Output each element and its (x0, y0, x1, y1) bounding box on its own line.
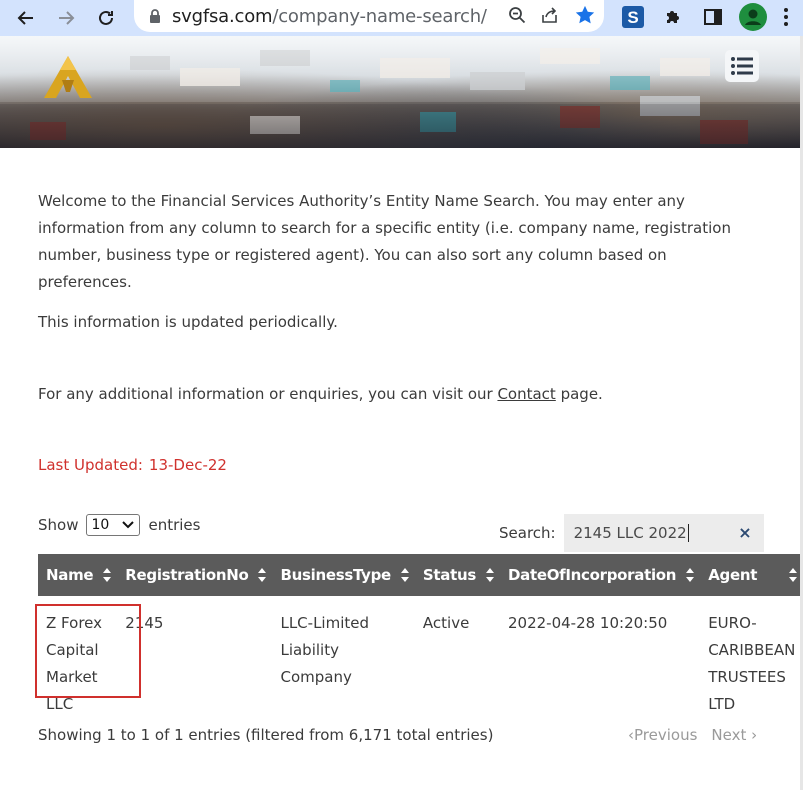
reload-button[interactable] (88, 0, 124, 36)
contact-paragraph: For any additional information or enquir… (38, 385, 603, 403)
extension-s-icon: S (622, 6, 644, 28)
entries-select[interactable]: 10 (86, 514, 141, 536)
star-icon[interactable] (574, 4, 596, 26)
last-updated-label: Last Updated: (38, 456, 143, 474)
contact-text-after: page. (555, 385, 603, 403)
fsa-logo-icon[interactable] (40, 52, 96, 100)
back-button[interactable] (8, 0, 44, 36)
avatar-icon (739, 3, 767, 31)
cell-status: Active (422, 614, 470, 632)
arrow-right-icon (59, 11, 75, 25)
cell-agent: EURO-CARIBBEAN TRUSTEES LTD (708, 614, 796, 713)
show-label: Show (38, 516, 79, 534)
chevron-right-icon: › (751, 726, 758, 744)
table-header-row: Name RegistrationNo BusinessType Status … (38, 554, 803, 596)
column-header-label: Status (422, 566, 476, 584)
sort-icon (485, 568, 494, 582)
column-header-registrationno[interactable]: RegistrationNo (117, 554, 273, 596)
side-panel-button[interactable] (700, 2, 726, 32)
hamburger-icon (731, 57, 753, 75)
cell-business-type: LLC-Limited Liability Company (280, 614, 370, 686)
text-cursor (687, 524, 689, 542)
last-updated: Last Updated: 13-Dec-22 (38, 456, 227, 474)
next-page-button[interactable]: Next › (711, 726, 757, 744)
sort-icon (789, 568, 798, 582)
sort-icon (400, 568, 409, 582)
url-text: svgfsa.com/company-name-search/ (172, 6, 487, 27)
svg-text:S: S (627, 8, 638, 27)
profile-button[interactable] (738, 2, 768, 32)
column-header-dateofincorporation[interactable]: DateOfIncorporation (499, 554, 701, 596)
browser-toolbar: svgfsa.com/company-name-search/ S (0, 0, 803, 36)
extensions-button[interactable] (660, 2, 686, 32)
entries-length-control: Show 10 entries (38, 514, 200, 536)
previous-label: Previous (634, 726, 698, 744)
lock-icon (150, 9, 160, 23)
previous-page-button[interactable]: ‹Previous (628, 726, 697, 744)
puzzle-icon (667, 11, 679, 23)
update-note: This information is updated periodically… (38, 313, 338, 331)
last-updated-date: 13-Dec-22 (148, 456, 227, 474)
entries-select-value: 10 (91, 517, 110, 533)
table-row: Z Forex Capital Market LLC 2145 LLC-Limi… (38, 596, 803, 718)
browser-menu-button[interactable] (776, 2, 796, 32)
extension-s-button[interactable]: S (620, 2, 646, 32)
entity-table: Name RegistrationNo BusinessType Status … (38, 554, 803, 718)
reload-icon (99, 10, 113, 25)
contact-text-before: For any additional information or enquir… (38, 385, 498, 403)
sort-icon (686, 568, 695, 582)
column-header-label: Name (46, 566, 94, 584)
search-input-value: 2145 LLC 2022 (573, 524, 687, 542)
site-menu-button[interactable] (725, 50, 759, 82)
zoom-icon[interactable] (508, 6, 526, 24)
annotation-highlight-box (35, 604, 141, 698)
next-label: Next (711, 726, 747, 744)
column-header-status[interactable]: Status (414, 554, 500, 596)
chevron-down-icon (122, 521, 135, 529)
hero-banner (0, 36, 803, 148)
column-header-label: BusinessType (280, 566, 391, 584)
address-bar[interactable]: svgfsa.com/company-name-search/ (134, 0, 604, 32)
column-header-label: RegistrationNo (125, 566, 249, 584)
entries-label: entries (148, 516, 201, 534)
table-info: Showing 1 to 1 of 1 entries (filtered fr… (38, 726, 494, 744)
clear-search-icon[interactable]: × (738, 523, 751, 542)
arrow-left-icon (17, 11, 33, 25)
sort-icon (258, 568, 267, 582)
cell-date-of-incorporation: 2022-04-28 10:20:50 (507, 614, 668, 632)
column-header-name[interactable]: Name (38, 554, 118, 596)
url-host: svgfsa.com (172, 5, 273, 27)
search-label: Search: (499, 524, 556, 542)
url-path: /company-name-search/ (272, 5, 487, 27)
pagination: ‹Previous Next › (628, 726, 757, 744)
column-header-label: DateOfIncorporation (507, 566, 677, 584)
column-header-businesstype[interactable]: BusinessType (272, 554, 415, 596)
sort-icon (103, 568, 112, 582)
share-icon[interactable] (540, 6, 560, 24)
contact-link[interactable]: Contact (497, 385, 555, 403)
kebab-menu-icon (784, 8, 788, 26)
search-input[interactable]: 2145 LLC 2022 × (563, 514, 764, 552)
column-header-label: Agent (708, 566, 758, 584)
column-header-agent[interactable]: Agent (700, 554, 803, 596)
forward-button[interactable] (48, 0, 84, 36)
intro-paragraph: Welcome to the Financial Services Author… (38, 192, 731, 291)
table-search: Search: 2145 LLC 2022 × (499, 514, 764, 552)
side-panel-icon (704, 9, 722, 25)
